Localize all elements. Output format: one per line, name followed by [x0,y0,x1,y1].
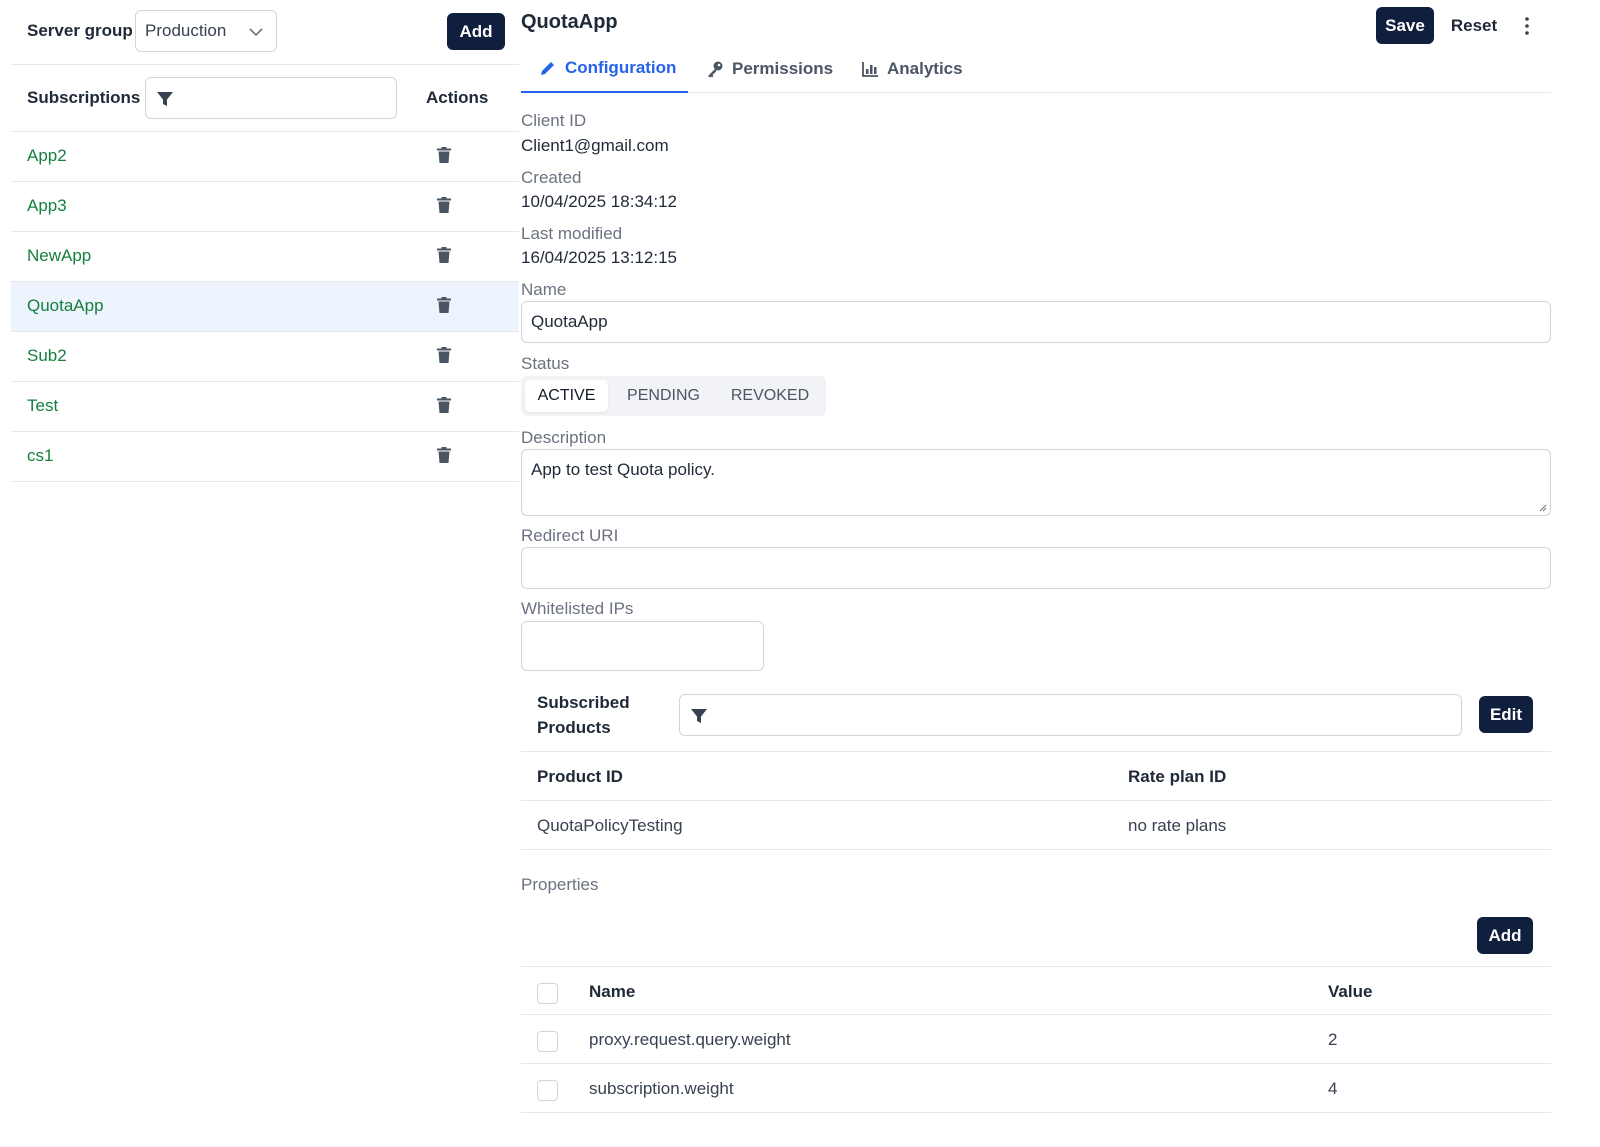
list-item[interactable]: App3 [11,182,519,232]
status-option-pending[interactable]: PENDING [612,380,715,412]
table-row[interactable]: QuotaPolicyTesting no rate plans [521,801,1551,850]
status-option-revoked[interactable]: REVOKED [719,380,821,412]
description-value: App to test Quota policy. [531,460,715,479]
description-label: Description [521,428,607,447]
subscriptions-header: Subscriptions Actions [11,66,519,132]
resize-grip-icon[interactable] [1537,502,1547,512]
tab-permissions-label: Permissions [732,59,834,78]
list-item[interactable]: NewApp [11,232,519,282]
column-rate-plan-id: Rate plan ID [1128,767,1227,786]
list-item[interactable]: Test [11,382,519,432]
subscriptions-filter-input[interactable] [145,77,397,119]
row-checkbox[interactable] [537,1031,558,1052]
trash-icon[interactable] [435,346,453,369]
add-subscription-button[interactable]: Add [447,13,505,50]
property-value-cell: 4 [1328,1079,1338,1098]
tab-analytics[interactable]: Analytics [843,45,981,93]
server-group-select[interactable]: Production [135,10,277,52]
subscription-name-link[interactable]: Test [27,396,58,416]
page-title: QuotaApp [521,11,618,33]
redirect-uri-input[interactable] [521,547,1551,589]
filter-icon [691,709,707,723]
client-id-label: Client ID [521,111,587,130]
trash-icon[interactable] [435,296,453,319]
subscription-name-link[interactable]: Sub2 [27,346,67,366]
subscriptions-label: Subscriptions [27,88,141,107]
subscription-name-link[interactable]: App2 [27,146,67,166]
description-textarea[interactable]: App to test Quota policy. [521,449,1551,516]
select-all-checkbox[interactable] [537,983,558,1004]
column-name: Name [589,982,636,1001]
product-id-cell: QuotaPolicyTesting [537,816,683,835]
name-input-value: QuotaApp [531,312,608,331]
trash-icon[interactable] [435,446,453,469]
rate-plan-cell: no rate plans [1128,816,1227,835]
list-item[interactable]: Sub2 [11,332,519,382]
table-row[interactable]: proxy.request.query.weight 2 [521,1015,1551,1064]
property-value-cell: 2 [1328,1030,1338,1049]
subscription-name-link[interactable]: NewApp [27,246,91,266]
created-value: 10/04/2025 18:34:12 [521,192,677,211]
server-group-row: Server group Production Add [11,0,519,65]
trash-icon[interactable] [435,146,453,169]
reset-button[interactable]: Reset [1445,7,1503,44]
properties-label: Properties [521,875,599,894]
products-filter-input[interactable] [679,694,1462,736]
key-icon [708,61,723,78]
chevron-down-icon [249,28,263,37]
status-segmented-control: ACTIVE PENDING REVOKED [521,376,826,416]
detail-panel: QuotaApp Save Reset Configuration Permis… [521,0,1551,1147]
subscribed-products-label-line1: Subscribed [537,693,630,712]
tab-analytics-label: Analytics [887,59,963,78]
subscription-name-link[interactable]: App3 [27,196,67,216]
subscriptions-list: App2 App3 NewApp QuotaApp Sub2 Test cs1 [11,132,519,482]
status-label: Status [521,354,570,373]
table-row[interactable]: subscription.weight 4 [521,1064,1551,1113]
name-input[interactable]: QuotaApp [521,301,1551,343]
tab-bar: Configuration Permissions Analytics [521,45,1551,93]
edit-products-button[interactable]: Edit [1479,696,1533,733]
filter-icon [157,92,173,106]
last-modified-label: Last modified [521,224,623,243]
server-group-label: Server group [27,21,133,40]
properties-table-header: Name Value [521,966,1551,1015]
subscribed-products-label: Subscribed Products [537,690,667,740]
subscribed-products-label-line2: Products [537,718,611,737]
trash-icon[interactable] [435,246,453,269]
trash-icon[interactable] [435,196,453,219]
chart-icon [862,62,878,77]
whitelisted-ips-label: Whitelisted IPs [521,599,634,618]
subscription-name-link[interactable]: QuotaApp [27,296,104,316]
trash-icon[interactable] [435,396,453,419]
column-product-id: Product ID [537,767,623,786]
products-table-header: Product ID Rate plan ID [521,751,1551,801]
status-option-active[interactable]: ACTIVE [525,380,608,412]
subscriptions-panel: Server group Production Add Subscription… [11,0,519,1147]
name-label: Name [521,280,567,299]
property-name-cell: subscription.weight [589,1079,734,1098]
list-item[interactable]: App2 [11,132,519,182]
actions-header: Actions [426,88,489,107]
whitelisted-ips-input[interactable] [521,621,764,671]
tab-permissions[interactable]: Permissions [688,45,851,93]
row-checkbox[interactable] [537,1080,558,1101]
last-modified-value: 16/04/2025 13:12:15 [521,248,677,267]
property-name-cell: proxy.request.query.weight [589,1030,791,1049]
created-label: Created [521,168,582,187]
pencil-icon [541,61,555,75]
save-button[interactable]: Save [1376,7,1434,44]
client-id-value: Client1@gmail.com [521,136,669,155]
tab-configuration[interactable]: Configuration [521,45,688,93]
column-value: Value [1328,982,1373,1001]
more-vertical-icon[interactable] [1521,15,1533,37]
add-property-button[interactable]: Add [1477,917,1533,954]
server-group-value: Production [145,21,227,40]
list-item[interactable]: QuotaApp [11,282,519,332]
list-item[interactable]: cs1 [11,432,519,482]
subscription-name-link[interactable]: cs1 [27,446,53,466]
tab-configuration-label: Configuration [565,58,677,77]
redirect-uri-label: Redirect URI [521,526,619,545]
